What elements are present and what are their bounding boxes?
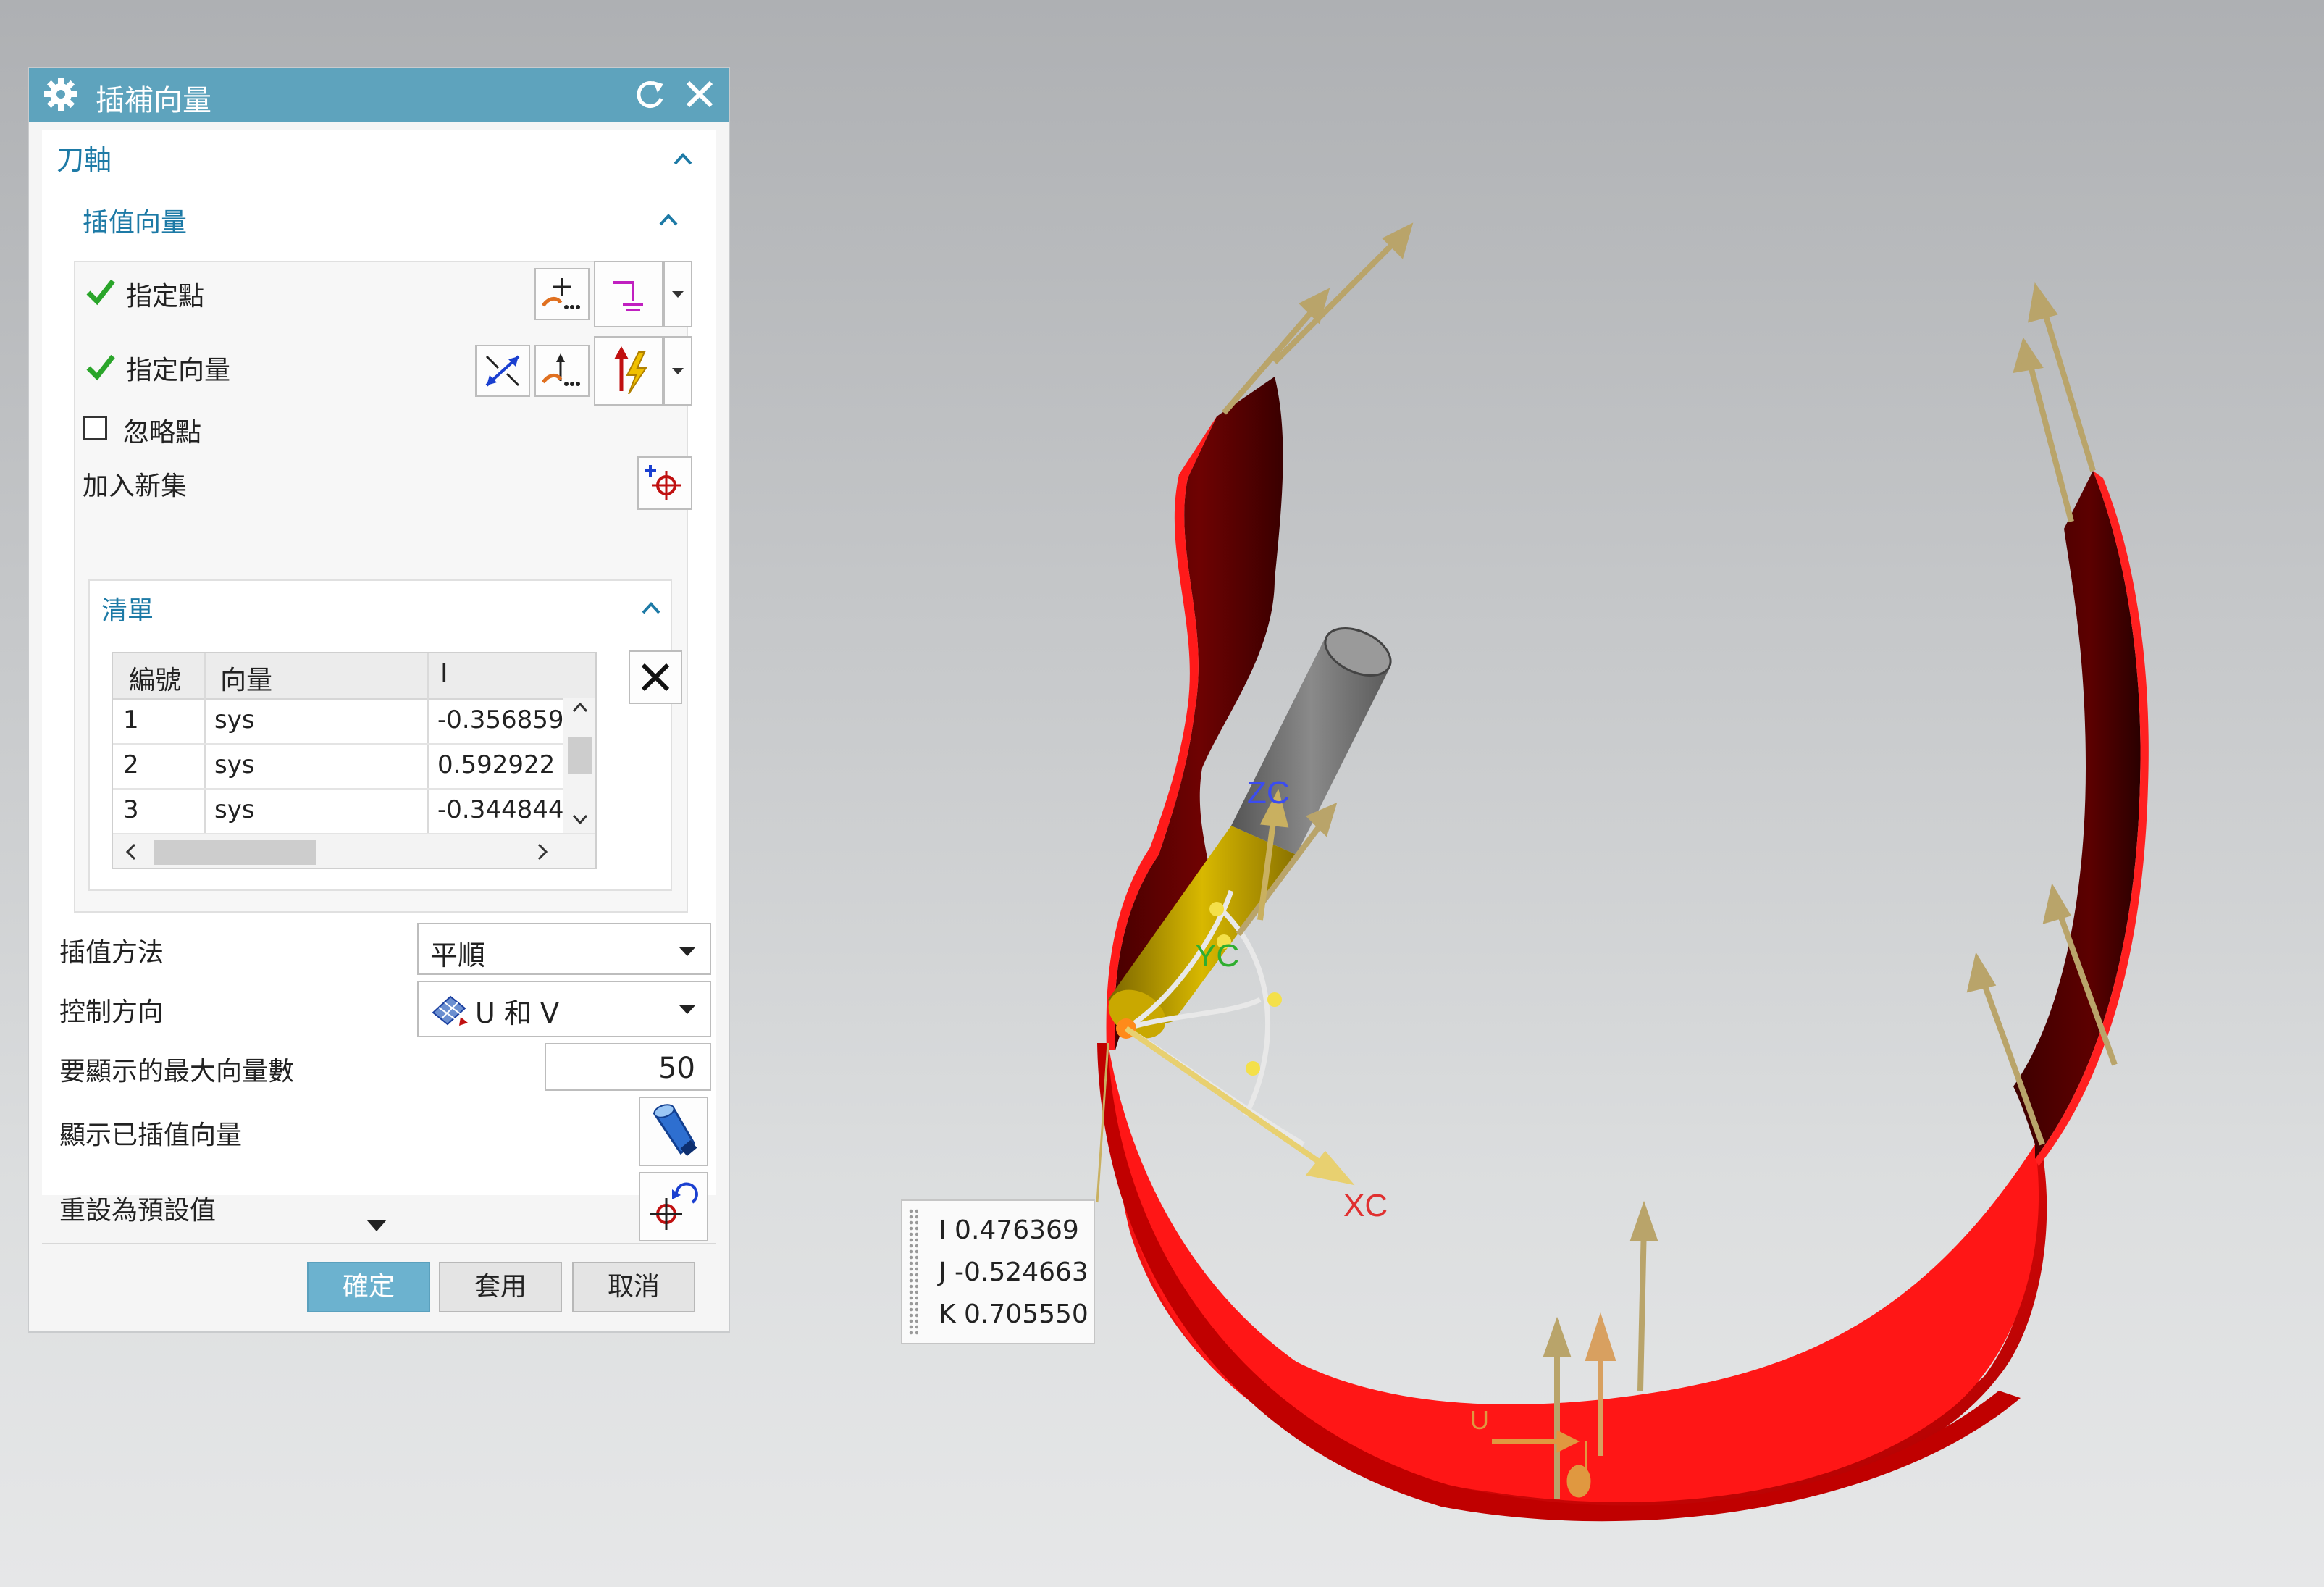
section-title-interp-vectors[interactable]: 插值向量	[83, 201, 187, 239]
vector-dialog-button[interactable]	[534, 345, 590, 397]
collapse-chevron-icon[interactable]	[672, 148, 694, 169]
drag-grip[interactable]	[908, 1208, 918, 1336]
control-direction-label: 控制方向	[59, 997, 164, 1027]
uv-direction-icon	[432, 995, 468, 1026]
vector-arrow-7	[1966, 952, 2045, 1146]
ok-button[interactable]: 確定	[307, 1262, 430, 1312]
axis-label-yc: YC	[1195, 938, 1240, 973]
vector-readout-tooltip: I 0.476369 J -0.524663 K 0.705550	[901, 1199, 1095, 1344]
dialog-titlebar[interactable]: 插補向量	[29, 68, 729, 122]
axis-label-u: U	[1470, 1405, 1489, 1435]
vertical-scrollbar[interactable]	[563, 698, 595, 833]
collapse-chevron-icon[interactable]	[640, 597, 662, 619]
cell-num: 1	[123, 705, 139, 734]
chevron-down-icon	[679, 1005, 695, 1014]
tool-axis-section: 刀軸 插值向量 指定點 指定向量 忽略點 加入新集 清單 編號 向量 I 1 s…	[42, 130, 716, 1241]
max-vectors-label: 要顯示的最大向量數	[59, 1057, 295, 1086]
max-vectors-value: 50	[658, 1052, 695, 1085]
vector-i-value: I 0.476369	[939, 1215, 1079, 1245]
chevron-down-icon	[679, 947, 695, 956]
column-header-i[interactable]: I	[440, 659, 448, 689]
control-direction-value: U 和 V	[475, 997, 559, 1029]
show-interpolated-label: 顯示已插值向量	[59, 1121, 243, 1150]
vector-k-value: K 0.705550	[939, 1299, 1088, 1329]
dialog-title: 插補向量	[96, 84, 211, 117]
reset-point-icon	[650, 1182, 698, 1230]
table-row[interactable]: 1 sys -0.356859	[113, 698, 595, 745]
inferred-point-icon	[613, 281, 643, 311]
delete-x-icon	[641, 663, 670, 692]
vector-arrow-2	[1272, 222, 1414, 364]
axis-label-zc: ZC	[1247, 775, 1290, 811]
column-header-num[interactable]: 編號	[129, 659, 181, 697]
cell-vector: sys	[214, 795, 255, 824]
flashlight-icon	[653, 1104, 697, 1157]
inferred-vector-icon	[614, 346, 647, 395]
axis-label-xc: XC	[1343, 1188, 1388, 1223]
control-direction-dropdown[interactable]: U 和 V	[417, 981, 711, 1037]
cutter-tool[interactable]	[1100, 619, 1398, 1048]
ignore-point-checkbox[interactable]	[83, 416, 107, 440]
section-title-tool-axis[interactable]: 刀軸	[56, 138, 112, 177]
horizontal-scrollbar[interactable]	[113, 834, 595, 868]
vector-list-table[interactable]: 編號 向量 I 1 sys -0.356859 2 sys 0.592922 3…	[112, 652, 597, 869]
interp-method-value: 平順	[430, 939, 486, 971]
delete-button[interactable]	[629, 650, 682, 704]
reverse-direction-icon	[485, 355, 520, 387]
inferred-vector-button[interactable]	[594, 336, 663, 406]
section-title-list[interactable]: 清單	[101, 590, 154, 627]
cell-num: 2	[123, 750, 139, 779]
specify-vector-label: 指定向量	[126, 356, 231, 385]
add-set-icon	[645, 465, 681, 500]
max-vectors-input[interactable]: 50	[545, 1043, 711, 1091]
more-options-icon[interactable]	[364, 1217, 390, 1234]
reverse-direction-button[interactable]	[475, 345, 530, 397]
cell-i: 0.592922	[437, 750, 555, 779]
apply-button[interactable]: 套用	[439, 1262, 562, 1312]
cell-num: 3	[123, 795, 139, 824]
interp-method-dropdown[interactable]: 平順	[417, 923, 711, 975]
checkmark-icon	[86, 354, 115, 381]
cell-i: -0.344844	[437, 795, 564, 824]
table-row[interactable]: 2 sys 0.592922	[113, 743, 595, 790]
point-type-dropdown[interactable]	[663, 261, 692, 327]
inferred-point-button[interactable]	[594, 261, 663, 327]
vector-j-value: J -0.524663	[939, 1257, 1088, 1287]
add-new-set-label: 加入新集	[83, 472, 188, 501]
vector-dialog-icon	[541, 353, 580, 386]
vector-arrow-xc	[1124, 1026, 1355, 1186]
reset-default-label: 重設為預設值	[59, 1196, 217, 1226]
gear-icon	[44, 78, 77, 111]
show-interpolated-button[interactable]	[639, 1097, 708, 1166]
vector-arrow-4	[2027, 282, 2096, 472]
vector-arrow-8	[1629, 1200, 1658, 1391]
interp-method-label: 插值方法	[59, 938, 164, 968]
table-row[interactable]: 3 sys -0.344844	[113, 788, 595, 834]
specify-point-label: 指定點	[126, 282, 205, 311]
point-dialog-button[interactable]	[534, 268, 590, 320]
checkmark-icon	[86, 279, 115, 306]
surface-right-wall	[2013, 471, 2141, 1159]
column-header-vector[interactable]: 向量	[220, 659, 272, 697]
vector-type-dropdown[interactable]	[663, 336, 692, 406]
ignore-point-label: 忽略點	[123, 418, 202, 448]
cell-vector: sys	[214, 705, 255, 734]
collapse-chevron-icon[interactable]	[658, 209, 679, 230]
table-header: 編號 向量 I	[113, 653, 595, 700]
add-new-set-button[interactable]	[637, 456, 692, 510]
interpolate-vector-dialog: 插補向量 刀軸 插值向量 指定點 指定向量 忽略點 加入新集 清單 編號 向量 …	[28, 67, 730, 1333]
close-icon[interactable]	[681, 75, 718, 113]
reset-default-button[interactable]	[639, 1172, 708, 1241]
reset-icon[interactable]	[632, 77, 668, 113]
cancel-button[interactable]: 取消	[572, 1262, 695, 1312]
footer-divider	[42, 1243, 716, 1244]
cell-vector: sys	[214, 750, 255, 779]
point-dialog-icon	[541, 278, 580, 309]
cell-i: -0.356859	[437, 705, 564, 734]
